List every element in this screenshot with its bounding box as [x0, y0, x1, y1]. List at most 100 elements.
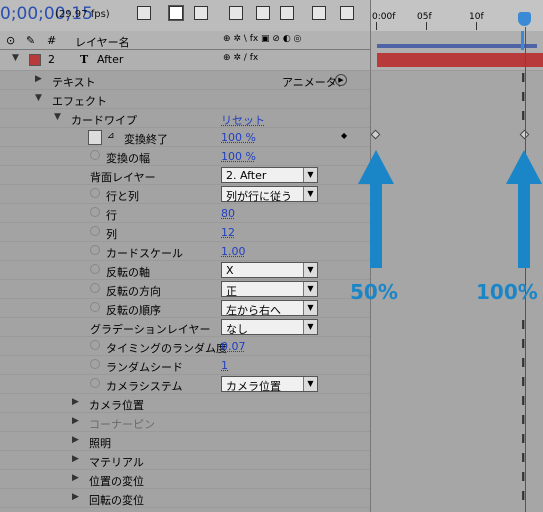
flip-axis-row[interactable]: 反転の軸 X ▼ — [0, 261, 370, 280]
layer-name[interactable]: After — [97, 53, 123, 66]
property-label: 反転の軸 — [106, 266, 150, 279]
stopwatch-icon[interactable] — [90, 302, 100, 312]
collapse-icon[interactable]: ▼ — [35, 93, 42, 103]
flip-order-row[interactable]: 反転の順序 左から右へ ▼ — [0, 299, 370, 318]
transition-completion-row[interactable]: ⊿ 変換終了 100 % ◆ — [0, 128, 370, 147]
layer-collapse-icon[interactable]: ▼ — [12, 53, 19, 63]
shy-layers-icon[interactable] — [229, 6, 243, 20]
property-label: 変換終了 — [124, 133, 168, 146]
property-value[interactable]: 1 — [221, 359, 228, 372]
layer-duration-track[interactable] — [370, 50, 543, 71]
chevron-down-icon: ▼ — [303, 263, 317, 277]
rows-columns-row[interactable]: 行と列 列が行に従う ▼ — [0, 185, 370, 204]
card-wipe-row[interactable]: ▼ カードワイプ リセット — [0, 109, 370, 128]
work-area-bar[interactable] — [370, 31, 543, 50]
rows-columns-dropdown[interactable]: 列が行に従う ▼ — [221, 186, 318, 203]
expand-icon[interactable]: ▶ — [35, 74, 42, 84]
comp-mini-flowchart-icon[interactable] — [137, 6, 151, 20]
dropdown-value: X — [226, 264, 234, 277]
position-jitter-row[interactable]: ▶ 位置の変位 — [0, 470, 370, 489]
property-value[interactable]: 12 — [221, 226, 235, 239]
stopwatch-icon[interactable] — [90, 340, 100, 350]
stopwatch-icon[interactable] — [90, 245, 100, 255]
ruler-label-5: 05f — [417, 12, 432, 22]
stopwatch-icon[interactable] — [90, 226, 100, 236]
keyframe-nav-icon[interactable]: ◆ — [341, 131, 347, 140]
columns-row[interactable]: 列 12 — [0, 223, 370, 242]
camera-position-row[interactable]: ▶ カメラ位置 — [0, 394, 370, 413]
label-color-swatch[interactable] — [29, 54, 41, 66]
brainstorm-icon[interactable] — [340, 6, 354, 20]
camera-system-row[interactable]: カメラシステム カメラ位置 ▼ — [0, 375, 370, 394]
gradient-layer-row[interactable]: グラデーションレイヤー なし ▼ — [0, 318, 370, 337]
gradient-layer-dropdown[interactable]: なし ▼ — [221, 319, 318, 336]
hold-marker-icon: I — [521, 489, 526, 503]
animator-add-icon[interactable]: ▶ — [335, 74, 347, 86]
property-label: 反転の順序 — [106, 304, 161, 317]
column-layer-name[interactable]: レイヤー名 — [75, 34, 130, 50]
stopwatch-icon[interactable] — [90, 378, 100, 388]
column-number[interactable]: # — [47, 34, 56, 47]
hold-marker-icon: I — [521, 337, 526, 351]
ruler-tick — [476, 22, 477, 30]
effects-group-row[interactable]: ▼ エフェクト — [0, 90, 370, 109]
expand-icon[interactable]: ▶ — [72, 397, 79, 407]
back-layer-row[interactable]: 背面レイヤー 2. After ▼ — [0, 166, 370, 185]
property-value[interactable]: 80 — [221, 207, 235, 220]
property-label: 行と列 — [106, 190, 139, 203]
expand-icon[interactable]: ▶ — [72, 454, 79, 464]
motion-blur-icon[interactable] — [280, 6, 294, 20]
expand-icon[interactable]: ▶ — [72, 416, 79, 426]
stopwatch-icon[interactable] — [90, 188, 100, 198]
flip-direction-dropdown[interactable]: 正 ▼ — [221, 281, 318, 298]
expand-icon[interactable]: ▶ — [72, 473, 79, 483]
collapse-icon[interactable]: ▼ — [54, 112, 61, 122]
rotation-jitter-row[interactable]: ▶ 回転の変位 — [0, 489, 370, 508]
layer-switches[interactable]: ⊕ ✲ / fx — [223, 53, 258, 63]
flip-axis-dropdown[interactable]: X ▼ — [221, 262, 318, 278]
property-value[interactable]: 100 % — [221, 131, 256, 144]
property-value[interactable]: 1.00 — [221, 245, 246, 258]
property-label: 反転の方向 — [106, 285, 161, 298]
stopwatch-icon[interactable] — [90, 207, 100, 217]
random-seed-row[interactable]: ランダムシード 1 — [0, 356, 370, 375]
text-group-row[interactable]: ▶ テキスト アニメータ： ▶ — [0, 71, 370, 90]
hold-marker-icon: I — [521, 318, 526, 332]
back-layer-dropdown[interactable]: 2. After ▼ — [221, 167, 318, 183]
graph-editor-icon[interactable] — [312, 6, 326, 20]
expand-icon[interactable]: ▶ — [72, 435, 79, 445]
expand-all-icon[interactable]: ⊙ — [6, 34, 15, 47]
stopwatch-icon[interactable] — [90, 150, 100, 160]
corner-pins-row[interactable]: ▶ コーナーピン — [0, 413, 370, 432]
frame-blending-icon[interactable] — [256, 6, 270, 20]
playhead-handle-icon[interactable] — [518, 12, 531, 26]
lighting-row[interactable]: ▶ 照明 — [0, 432, 370, 451]
annotation-100-label: 100% — [476, 280, 538, 304]
rows-row[interactable]: 行 80 — [0, 204, 370, 223]
expand-icon[interactable]: ▶ — [72, 492, 79, 502]
time-ruler[interactable]: 0:00f 05f 10f — [370, 0, 543, 31]
stopwatch-icon[interactable] — [90, 283, 100, 293]
timing-randomness-row[interactable]: タイミングのランダム度 0.07 — [0, 337, 370, 356]
camera-system-dropdown[interactable]: カメラ位置 ▼ — [221, 376, 318, 393]
transition-width-row[interactable]: 変換の幅 100 % — [0, 147, 370, 166]
stopwatch-icon[interactable] — [90, 359, 100, 369]
layer-row[interactable]: ▼ 2 T After ⊕ ✲ / fx — [0, 50, 370, 71]
column-header: ⊙ ✎ # レイヤー名 ⊕ ✲ \ fx ▣ ⊘ ◐ ◎ — [0, 31, 370, 50]
stopwatch-icon[interactable] — [90, 264, 100, 274]
property-value[interactable]: 100 % — [221, 150, 256, 163]
work-area-range[interactable] — [377, 44, 537, 48]
layer-duration-bar[interactable] — [377, 53, 543, 67]
flip-order-dropdown[interactable]: 左から右へ ▼ — [221, 300, 318, 317]
stopwatch-active-icon[interactable] — [88, 130, 102, 145]
material-row[interactable]: ▶ マテリアル — [0, 451, 370, 470]
chevron-down-icon: ▼ — [303, 168, 317, 182]
property-value[interactable]: 0.07 — [221, 340, 246, 353]
dropdown-value: 列が行に従う — [226, 190, 292, 203]
flip-direction-row[interactable]: 反転の方向 正 ▼ — [0, 280, 370, 299]
up-arrow-icon — [506, 150, 542, 268]
reset-link[interactable]: リセット — [221, 112, 265, 128]
live-update-icon[interactable] — [168, 5, 184, 21]
draft-3d-icon[interactable] — [194, 6, 208, 20]
card-scale-row[interactable]: カードスケール 1.00 — [0, 242, 370, 261]
